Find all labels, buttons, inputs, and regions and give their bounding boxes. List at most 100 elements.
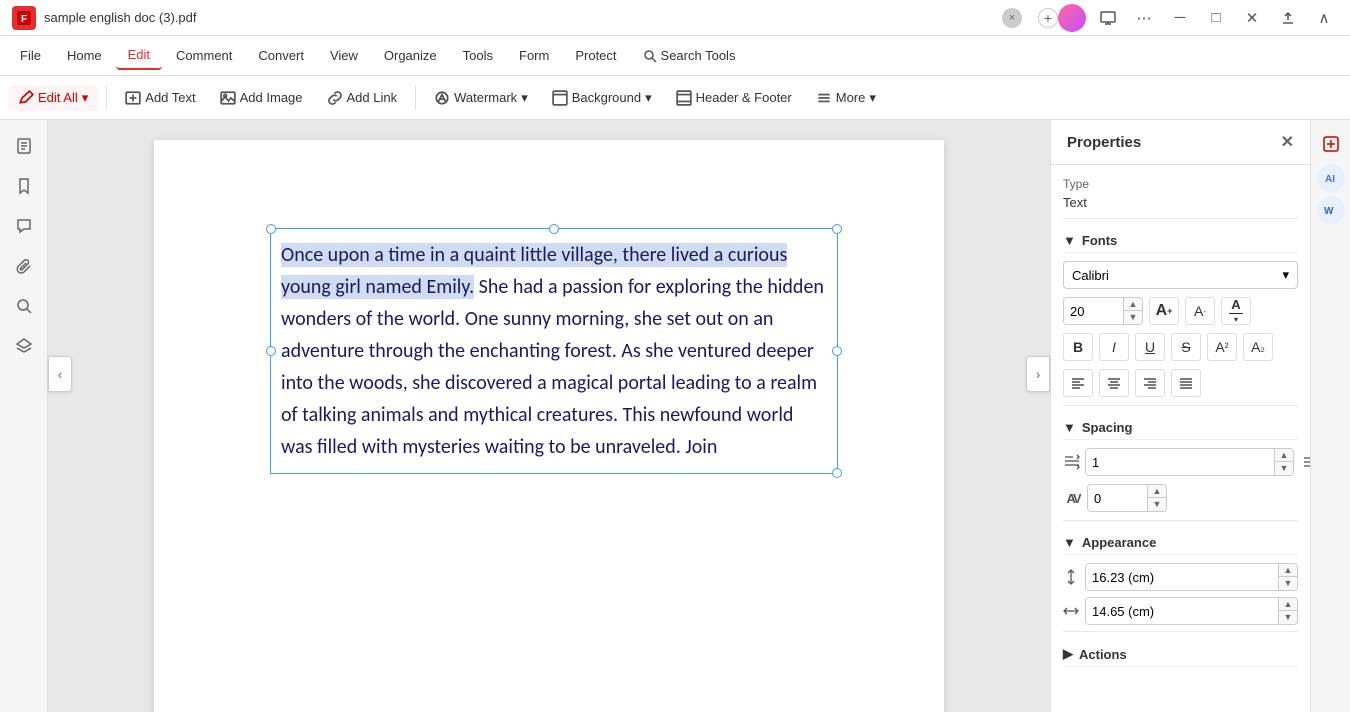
toolbar-divider-1: [106, 86, 107, 110]
sidebar-icon-attachments[interactable]: [6, 248, 42, 284]
font-size-input-group[interactable]: 20 ▲ ▼: [1063, 297, 1143, 325]
text-box[interactable]: Once upon a time in a quaint little vill…: [270, 228, 838, 474]
add-image-button[interactable]: Add Image: [210, 85, 313, 111]
char-spacing-decrement[interactable]: ▼: [1148, 498, 1166, 511]
appearance-section-header[interactable]: ▼ Appearance: [1063, 527, 1298, 555]
menu-organize[interactable]: Organize: [372, 42, 449, 69]
tab-close-button[interactable]: ×: [1002, 8, 1022, 28]
document-page: Once upon a time in a quaint little vill…: [154, 140, 944, 712]
font-size-row: 20 ▲ ▼ A+ A- A ▾: [1063, 297, 1298, 325]
sidebar-icon-search[interactable]: [6, 288, 42, 324]
align-right-button[interactable]: [1135, 369, 1165, 397]
height-increment[interactable]: ▲: [1279, 564, 1297, 577]
handle-mid-left[interactable]: [266, 346, 276, 356]
line-spacing-group: 1 ▲ ▼: [1063, 448, 1294, 476]
width-input-group[interactable]: 14.65 (cm) ▲ ▼: [1085, 597, 1298, 625]
add-text-button[interactable]: Add Text: [115, 85, 205, 111]
menu-search-tools[interactable]: Search Tools: [631, 42, 748, 69]
sidebar-icon-comments[interactable]: [6, 208, 42, 244]
align-left-button[interactable]: [1063, 369, 1093, 397]
handle-top-center[interactable]: [549, 224, 559, 234]
new-tab-button[interactable]: +: [1038, 8, 1058, 28]
appearance-chevron-icon: ▼: [1063, 535, 1076, 550]
more-options-icon[interactable]: ⋯: [1130, 4, 1158, 32]
menu-comment[interactable]: Comment: [164, 42, 244, 69]
far-right-properties-icon[interactable]: [1315, 128, 1347, 160]
height-input[interactable]: 16.23 (cm): [1086, 564, 1278, 590]
handle-top-left[interactable]: [266, 224, 276, 234]
handle-top-right[interactable]: [832, 224, 842, 234]
subscript-button[interactable]: A₂: [1243, 333, 1273, 361]
align-justify-button[interactable]: [1171, 369, 1201, 397]
fonts-section-header[interactable]: ▼ Fonts: [1063, 225, 1298, 253]
width-steppers: ▲ ▼: [1278, 598, 1297, 624]
watermark-button[interactable]: Watermark ▾: [424, 85, 538, 111]
nav-arrow-left[interactable]: ‹: [48, 356, 72, 392]
maximize-icon[interactable]: □: [1202, 4, 1230, 32]
more-button[interactable]: More ▾: [806, 85, 886, 111]
bold-button[interactable]: B: [1063, 333, 1093, 361]
width-decrement[interactable]: ▼: [1279, 611, 1297, 624]
sidebar-icon-layers[interactable]: [6, 328, 42, 364]
menu-convert[interactable]: Convert: [246, 42, 316, 69]
strikethrough-button[interactable]: S: [1171, 333, 1201, 361]
line-spacing-input[interactable]: 1: [1086, 449, 1274, 475]
handle-bottom-right[interactable]: [832, 468, 842, 478]
menu-edit[interactable]: Edit: [116, 41, 162, 70]
menu-view[interactable]: View: [318, 42, 370, 69]
header-footer-button[interactable]: Header & Footer: [666, 85, 802, 111]
sidebar-icon-bookmarks[interactable]: [6, 168, 42, 204]
user-avatar[interactable]: [1058, 4, 1086, 32]
menu-tools[interactable]: Tools: [451, 42, 505, 69]
font-size-input[interactable]: 20: [1064, 298, 1123, 324]
font-color-btn[interactable]: A ▾: [1221, 297, 1251, 325]
font-selector[interactable]: Calibri ▾: [1063, 261, 1298, 289]
height-input-group[interactable]: 16.23 (cm) ▲ ▼: [1085, 563, 1298, 591]
actions-section-label: Actions: [1079, 647, 1127, 662]
superscript-button[interactable]: A²: [1207, 333, 1237, 361]
decrease-font-btn[interactable]: A-: [1185, 297, 1215, 325]
italic-button[interactable]: I: [1099, 333, 1129, 361]
add-image-icon: [220, 90, 236, 106]
background-button[interactable]: Background ▾: [542, 85, 662, 111]
increase-font-btn[interactable]: A+: [1149, 297, 1179, 325]
menu-form[interactable]: Form: [507, 42, 561, 69]
char-spacing-row: AV 0 ▲ ▼: [1063, 484, 1298, 512]
far-right-ai-icon[interactable]: AI: [1317, 164, 1345, 192]
chevron-up-icon[interactable]: ∧: [1310, 4, 1338, 32]
menu-home[interactable]: Home: [55, 42, 114, 69]
line-spacing-increment[interactable]: ▲: [1275, 449, 1293, 462]
char-spacing-increment[interactable]: ▲: [1148, 485, 1166, 498]
align-center-button[interactable]: [1099, 369, 1129, 397]
sidebar-icon-pages[interactable]: [6, 128, 42, 164]
underline-button[interactable]: U: [1135, 333, 1165, 361]
edit-all-button[interactable]: Edit All ▾: [8, 85, 98, 111]
edit-icon: [18, 90, 34, 106]
add-link-button[interactable]: Add Link: [317, 85, 408, 111]
font-size-decrement[interactable]: ▼: [1124, 311, 1142, 324]
menu-protect[interactable]: Protect: [563, 42, 628, 69]
char-spacing-input[interactable]: 0: [1088, 485, 1147, 511]
far-right-word-icon[interactable]: W: [1317, 196, 1345, 224]
menu-file[interactable]: File: [8, 42, 53, 69]
line-spacing-decrement[interactable]: ▼: [1275, 462, 1293, 475]
line-spacing-icon: [1063, 453, 1081, 471]
properties-close-button[interactable]: ✕: [1281, 132, 1294, 152]
document-text[interactable]: Once upon a time in a quaint little vill…: [281, 239, 827, 463]
svg-text:AI: AI: [1325, 174, 1335, 185]
monitor-icon[interactable]: [1094, 4, 1122, 32]
line-spacing-input-group[interactable]: 1 ▲ ▼: [1085, 448, 1294, 476]
handle-mid-right[interactable]: [832, 346, 842, 356]
height-decrement[interactable]: ▼: [1279, 577, 1297, 590]
width-input[interactable]: 14.65 (cm): [1086, 598, 1278, 624]
nav-arrow-right[interactable]: ›: [1026, 356, 1050, 392]
actions-section-header[interactable]: ▶ Actions: [1063, 638, 1298, 667]
upload-icon[interactable]: [1274, 4, 1302, 32]
spacing-section-header[interactable]: ▼ Spacing: [1063, 412, 1298, 440]
width-increment[interactable]: ▲: [1279, 598, 1297, 611]
close-window-icon[interactable]: ✕: [1238, 4, 1266, 32]
minimize-icon[interactable]: ─: [1166, 4, 1194, 32]
char-spacing-input-group[interactable]: 0 ▲ ▼: [1087, 484, 1167, 512]
properties-panel-body: Type Text ▼ Fonts Calibri ▾ 20 ▲: [1051, 165, 1310, 712]
font-size-increment[interactable]: ▲: [1124, 298, 1142, 311]
